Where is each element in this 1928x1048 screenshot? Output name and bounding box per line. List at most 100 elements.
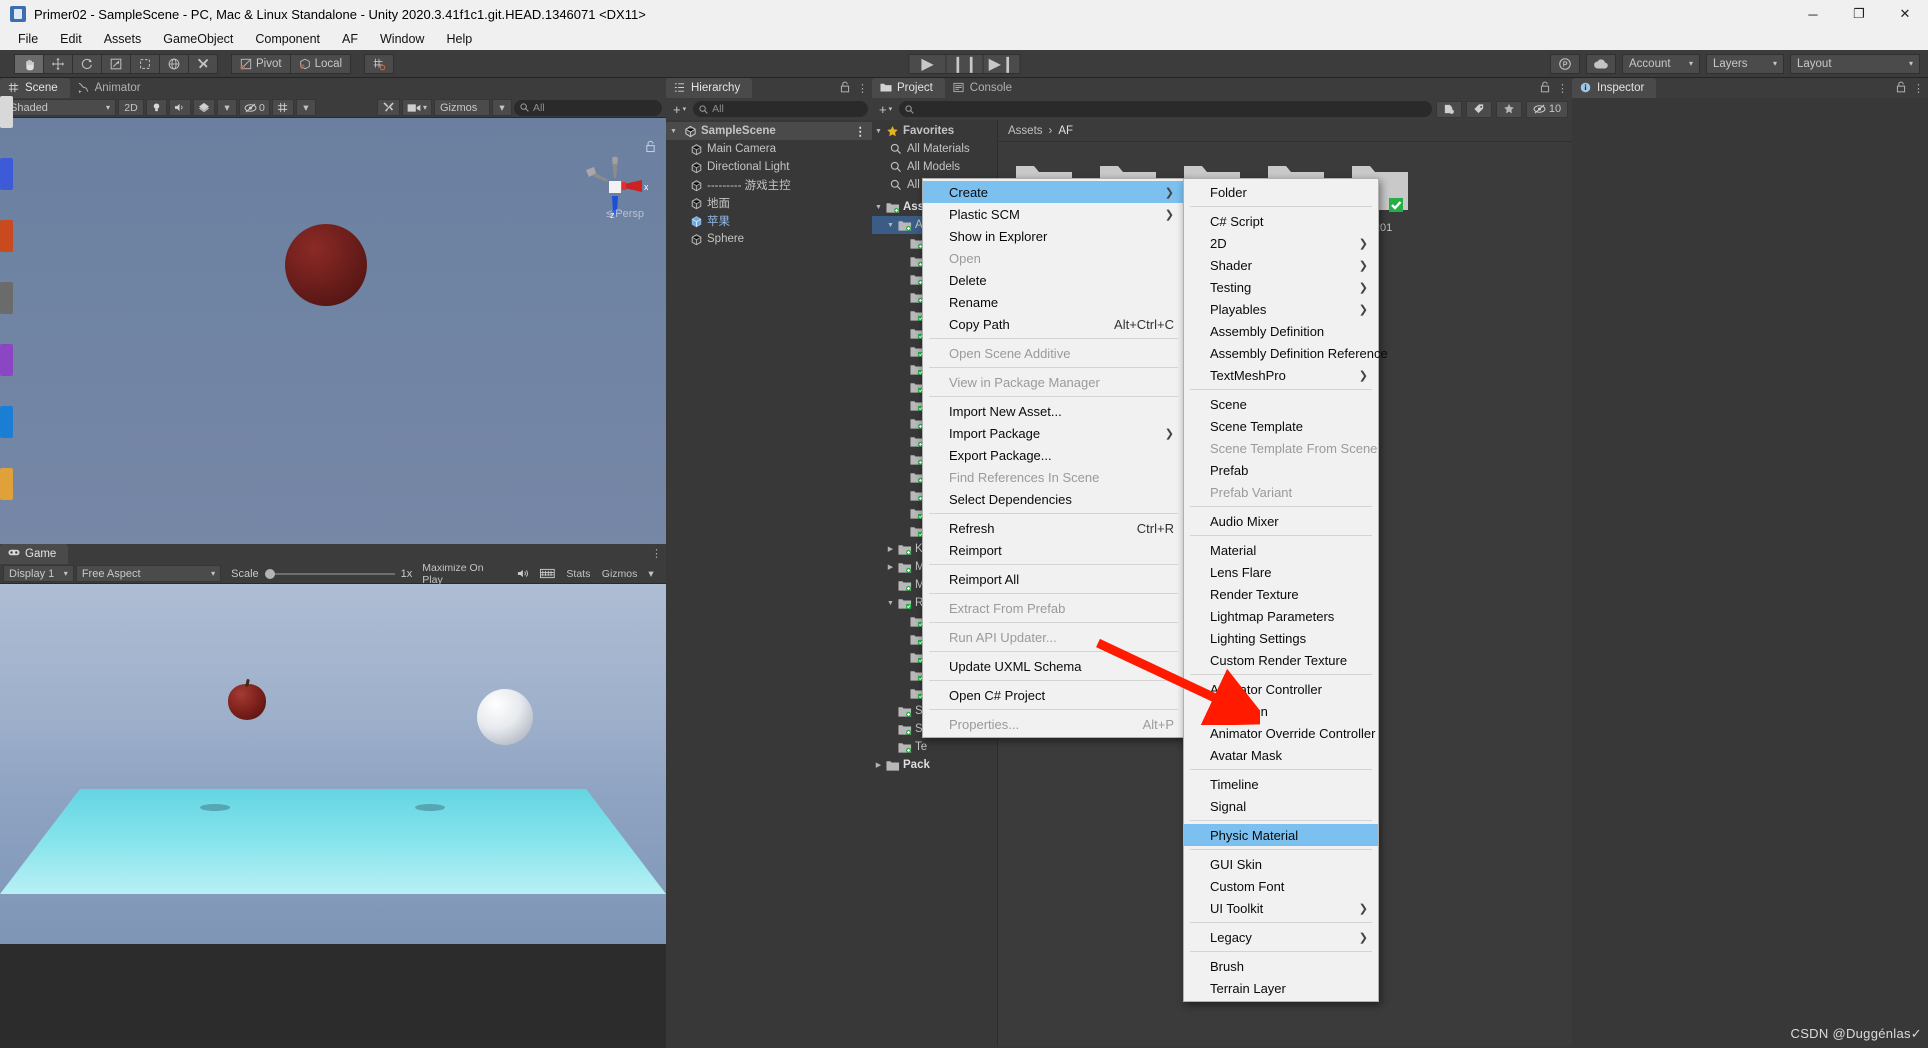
project-tree-row[interactable]: Te xyxy=(872,738,997,756)
create-playables[interactable]: Playables ❯ xyxy=(1184,298,1378,320)
scene-grid-dropdown[interactable]: ▾ xyxy=(295,99,316,116)
menu-window[interactable]: Window xyxy=(370,30,434,48)
breadcrumb-assets[interactable]: Assets xyxy=(1008,125,1043,137)
create-avatar-mask[interactable]: Avatar Mask xyxy=(1184,744,1378,766)
create-textmeshpro[interactable]: TextMeshPro ❯ xyxy=(1184,364,1378,386)
create-signal[interactable]: Signal xyxy=(1184,795,1378,817)
project-tree-row[interactable]: ▶ Pack xyxy=(872,756,997,774)
scale-slider[interactable] xyxy=(264,568,395,580)
create-audio-mixer[interactable]: Audio Mixer xyxy=(1184,510,1378,532)
breadcrumb-af[interactable]: AF xyxy=(1058,125,1073,137)
scene-context-menu[interactable]: ⋮ xyxy=(855,124,867,138)
menu-edit[interactable]: Edit xyxy=(50,30,92,48)
collab-icon[interactable] xyxy=(1550,53,1580,74)
ctx-open-c-project[interactable]: Open C# Project xyxy=(923,684,1184,706)
ctx-select-dependencies[interactable]: Select Dependencies xyxy=(923,488,1184,510)
tab-inspector[interactable]: Inspector xyxy=(1572,78,1657,98)
inspector-panel-menu[interactable]: ⋮ xyxy=(1913,82,1924,95)
game-stats-icon[interactable] xyxy=(536,565,559,582)
chevron-right-icon[interactable]: ▶ xyxy=(886,545,895,553)
mute-audio-button[interactable] xyxy=(513,565,534,582)
project-visibility-button[interactable]: 10 xyxy=(1526,100,1568,118)
hierarchy-item-main-camera[interactable]: Main Camera xyxy=(666,140,872,158)
2d-toggle-button[interactable]: 2D xyxy=(118,99,144,116)
chevron-down-icon[interactable]: ▼ xyxy=(670,128,680,135)
ctx-reimport-all[interactable]: Reimport All xyxy=(923,568,1184,590)
menu-help[interactable]: Help xyxy=(436,30,482,48)
chevron-down-icon[interactable]: ▼ xyxy=(886,600,895,607)
game-gizmos-caret[interactable]: ▾ xyxy=(643,565,663,582)
game-gizmos-button[interactable]: Gizmos xyxy=(598,565,641,582)
project-add-button[interactable]: + ▾ xyxy=(876,102,895,117)
step-button[interactable]: ▶❙ xyxy=(982,53,1021,74)
menu-component[interactable]: Component xyxy=(245,30,330,48)
create-assembly-definition[interactable]: Assembly Definition xyxy=(1184,320,1378,342)
create-folder[interactable]: Folder xyxy=(1184,181,1378,203)
create-animator-controller[interactable]: Animator Controller xyxy=(1184,678,1378,700)
create-ui-toolkit[interactable]: UI Toolkit ❯ xyxy=(1184,897,1378,919)
tab-animator[interactable]: Animator xyxy=(70,78,153,98)
game-viewport[interactable] xyxy=(0,584,666,944)
scene-projection-label[interactable]: ≤ Persp xyxy=(606,208,644,220)
create-lightmap-parameters[interactable]: Lightmap Parameters xyxy=(1184,605,1378,627)
create-2d[interactable]: 2D ❯ xyxy=(1184,232,1378,254)
create-legacy[interactable]: Legacy ❯ xyxy=(1184,926,1378,948)
create-lighting-settings[interactable]: Lighting Settings xyxy=(1184,627,1378,649)
chevron-down-icon[interactable]: ▼ xyxy=(874,204,883,211)
hand-tool-button[interactable] xyxy=(14,53,44,74)
pause-button[interactable]: ❙❙ xyxy=(945,53,984,74)
create-lens-flare[interactable]: Lens Flare xyxy=(1184,561,1378,583)
draw-mode-dropdown[interactable]: Shaded ▾ xyxy=(4,99,116,116)
create-scene[interactable]: Scene xyxy=(1184,393,1378,415)
lock-icon[interactable] xyxy=(1540,81,1550,96)
hierarchy-add-button[interactable]: + ▾ xyxy=(670,102,689,117)
lock-icon[interactable] xyxy=(1896,81,1906,96)
transform-tool-button[interactable] xyxy=(159,53,189,74)
ctx-import-new-asset[interactable]: Import New Asset... xyxy=(923,400,1184,422)
tree-favorites[interactable]: ▼ Favorites xyxy=(872,122,997,140)
ctx-export-package[interactable]: Export Package... xyxy=(923,444,1184,466)
chevron-down-icon[interactable]: ▼ xyxy=(874,128,883,135)
scene-gizmos-dropdown[interactable]: Gizmos xyxy=(434,99,490,116)
layers-dropdown[interactable]: Layers ▾ xyxy=(1706,53,1784,74)
move-tool-button[interactable] xyxy=(43,53,73,74)
create-timeline[interactable]: Timeline xyxy=(1184,773,1378,795)
scene-camera-button[interactable]: ▾ xyxy=(401,99,432,116)
create-c-script[interactable]: C# Script xyxy=(1184,210,1378,232)
close-button[interactable]: ✕ xyxy=(1882,0,1928,28)
tab-game[interactable]: Game xyxy=(0,544,69,564)
hierarchy-item-directional-light[interactable]: Directional Light xyxy=(666,158,872,176)
search-by-label-button[interactable] xyxy=(1466,100,1492,118)
scene-fx-button[interactable] xyxy=(193,99,215,116)
ctx-import-package[interactable]: Import Package ❯ xyxy=(923,422,1184,444)
hierarchy-search-input[interactable]: All xyxy=(693,101,868,117)
tree-all-materials[interactable]: All Materials xyxy=(872,140,997,158)
create-brush[interactable]: Brush xyxy=(1184,955,1378,977)
rect-tool-button[interactable] xyxy=(130,53,160,74)
tree-all-models[interactable]: All Models xyxy=(872,158,997,176)
scene-red-sphere[interactable] xyxy=(285,224,367,306)
search-by-type-button[interactable] xyxy=(1436,100,1462,118)
scale-tool-button[interactable] xyxy=(101,53,131,74)
project-search-input[interactable] xyxy=(899,101,1432,117)
create-render-texture[interactable]: Render Texture xyxy=(1184,583,1378,605)
project-panel-menu[interactable]: ⋮ xyxy=(1557,82,1568,95)
hierarchy-item-apple[interactable]: 苹果 xyxy=(666,212,872,230)
local-toggle[interactable]: Local xyxy=(289,53,352,74)
scene-viewport[interactable]: x z ≤ Persp xyxy=(0,118,666,544)
create-shader[interactable]: Shader ❯ xyxy=(1184,254,1378,276)
scene-visibility-button[interactable]: 0 xyxy=(239,99,270,116)
menu-af[interactable]: AF xyxy=(332,30,368,48)
ctx-plastic-scm[interactable]: Plastic SCM ❯ xyxy=(923,203,1184,225)
hierarchy-item-ground[interactable]: 地面 xyxy=(666,194,872,212)
layout-dropdown[interactable]: Layout ▾ xyxy=(1790,53,1920,74)
create-assembly-definition-reference[interactable]: Assembly Definition Reference xyxy=(1184,342,1388,364)
create-terrain-layer[interactable]: Terrain Layer xyxy=(1184,977,1378,999)
hierarchy-panel-menu[interactable]: ⋮ xyxy=(857,82,868,95)
pivot-toggle[interactable]: Pivot xyxy=(231,53,291,74)
ctx-refresh[interactable]: Refresh Ctrl+R xyxy=(923,517,1184,539)
scene-grid-button[interactable] xyxy=(271,99,294,116)
create-material[interactable]: Material xyxy=(1184,539,1378,561)
hierarchy-item-game-controller[interactable]: --------- 游戏主控 xyxy=(666,176,872,194)
create-animator-override-controller[interactable]: Animator Override Controller xyxy=(1184,722,1378,744)
